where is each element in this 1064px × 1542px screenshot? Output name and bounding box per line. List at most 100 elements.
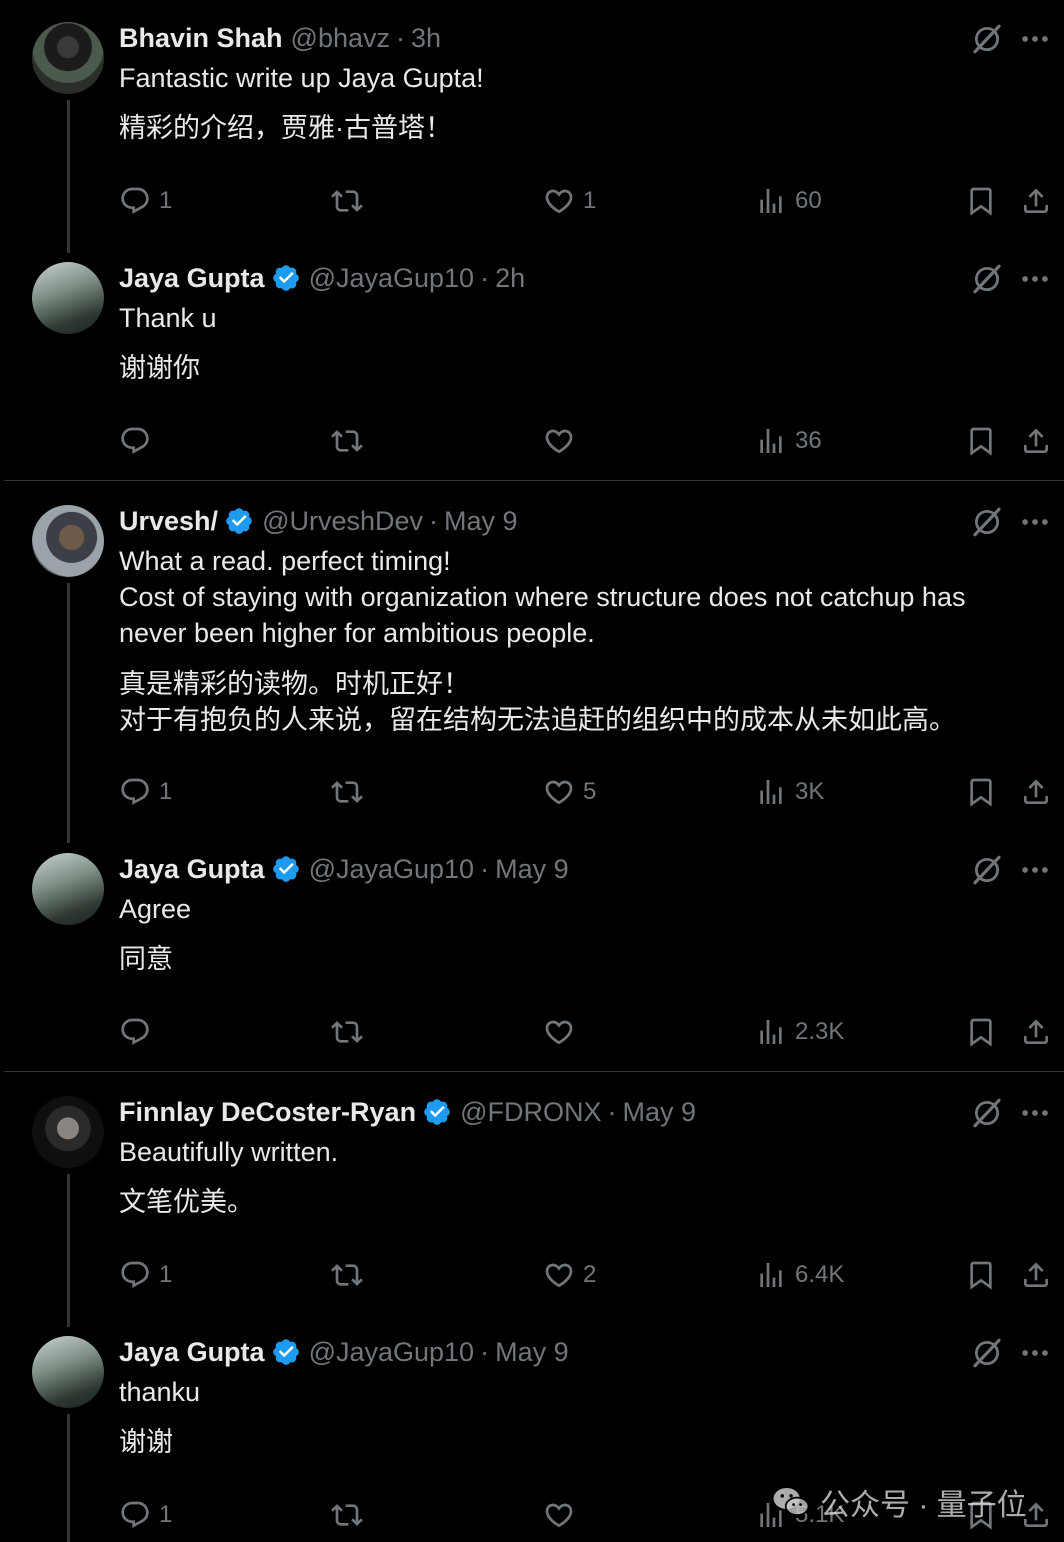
verified-badge-icon (422, 1097, 452, 1127)
share-button[interactable] (1020, 1255, 1052, 1295)
views-button[interactable]: 6.4K (755, 1255, 844, 1295)
like-button[interactable] (543, 421, 575, 461)
author-handle[interactable]: @JayaGup10 (309, 1337, 475, 1368)
separator: · (429, 505, 439, 536)
reply-button[interactable]: 1 (119, 772, 172, 812)
share-button[interactable] (1020, 1012, 1052, 1052)
share-button[interactable] (1020, 181, 1052, 221)
repost-button[interactable] (331, 772, 363, 812)
views-icon (755, 425, 787, 457)
author-handle[interactable]: @bhavz (291, 23, 390, 54)
bookmark-icon (965, 1016, 997, 1048)
tweet[interactable]: Bhavin Shah @bhavz · 3h Fantastic write … (4, 20, 1064, 253)
like-button[interactable] (543, 1012, 575, 1052)
separator: · (607, 1096, 617, 1127)
repost-icon (331, 1016, 363, 1048)
avatar[interactable] (32, 853, 104, 925)
action-bar: 36 (119, 421, 1064, 461)
timestamp[interactable]: May 9 (623, 1097, 697, 1128)
reply-button[interactable]: 1 (119, 1255, 172, 1295)
repost-button[interactable] (331, 1495, 363, 1535)
avatar[interactable] (32, 505, 104, 577)
avatar[interactable] (32, 22, 104, 94)
avatar[interactable] (32, 1336, 104, 1408)
tweet-header: Jaya Gupta @JayaGup10 · May 9 (119, 851, 569, 887)
repost-button[interactable] (331, 1012, 363, 1052)
timestamp[interactable]: 2h (495, 263, 525, 294)
like-button[interactable]: 2 (543, 1255, 596, 1295)
tweet-translation-line: 对于有抱负的人来说，留在结构无法追赶的组织中的成本从未如此高。 (119, 705, 956, 735)
bookmark-button[interactable] (965, 1012, 997, 1052)
repost-button[interactable] (331, 1255, 363, 1295)
repost-button[interactable] (331, 421, 363, 461)
views-button[interactable]: 60 (755, 181, 822, 221)
author-name[interactable]: Finnlay DeCoster-Ryan (119, 1097, 416, 1128)
more-options-icon[interactable] (1018, 1096, 1052, 1130)
author-handle[interactable]: @JayaGup10 (309, 263, 475, 294)
tweet[interactable]: Jaya Gupta @JayaGup10 · 2h Thank u 谢谢你 3… (4, 260, 1064, 480)
separator: · (480, 262, 490, 293)
like-button[interactable] (543, 1495, 575, 1535)
author-name[interactable]: Urvesh/ (119, 506, 218, 537)
reply-button[interactable] (119, 1012, 151, 1052)
timestamp[interactable]: May 9 (444, 506, 518, 537)
heart-icon (543, 185, 575, 217)
views-button[interactable]: 3K (755, 772, 824, 812)
tweet[interactable]: Urvesh/ @UrveshDev · May 9 What a read. … (4, 503, 1064, 843)
repost-icon (331, 425, 363, 457)
tweet[interactable]: Finnlay DeCoster-Ryan @FDRONX · May 9 Be… (4, 1094, 1064, 1327)
watermark-text: 公众号 · 量子位 (820, 1489, 1027, 1522)
author-handle[interactable]: @UrveshDev (262, 506, 423, 537)
bookmark-button[interactable] (965, 181, 997, 221)
grok-icon[interactable] (970, 22, 1004, 56)
author-name[interactable]: Bhavin Shah (119, 23, 283, 54)
more-options-icon[interactable] (1018, 1336, 1052, 1370)
bookmark-button[interactable] (965, 421, 997, 461)
separator: · (480, 1336, 490, 1367)
bookmark-button[interactable] (965, 1255, 997, 1295)
grok-icon[interactable] (970, 505, 1004, 539)
more-options-icon[interactable] (1018, 505, 1052, 539)
author-handle[interactable]: @JayaGup10 (309, 854, 475, 885)
reply-button[interactable]: 1 (119, 181, 172, 221)
separator: · (480, 853, 490, 884)
avatar[interactable] (32, 262, 104, 334)
like-count: 2 (583, 1261, 597, 1288)
heart-icon (543, 425, 575, 457)
grok-icon[interactable] (970, 262, 1004, 296)
more-options-icon[interactable] (1018, 262, 1052, 296)
views-button[interactable]: 36 (755, 421, 822, 461)
author-name[interactable]: Jaya Gupta (119, 854, 265, 885)
repost-icon (331, 1499, 363, 1531)
separator: · (396, 22, 405, 53)
share-button[interactable] (1020, 421, 1052, 461)
share-button[interactable] (1020, 772, 1052, 812)
author-handle[interactable]: @FDRONX (460, 1097, 601, 1128)
more-options-icon[interactable] (1018, 853, 1052, 887)
tweet-translation: 文笔优美。 (119, 1187, 254, 1217)
grok-icon[interactable] (970, 1096, 1004, 1130)
grok-icon[interactable] (970, 1336, 1004, 1370)
repost-button[interactable] (331, 181, 363, 221)
more-options-icon[interactable] (1018, 22, 1052, 56)
timestamp[interactable]: 3h (411, 23, 441, 54)
repost-icon (331, 185, 363, 217)
reply-count: 1 (159, 187, 173, 214)
tweet[interactable]: Jaya Gupta @JayaGup10 · May 9 Agree 同意 2… (4, 851, 1064, 1071)
author-name[interactable]: Jaya Gupta (119, 1337, 265, 1368)
avatar[interactable] (32, 1096, 104, 1168)
reply-button[interactable]: 1 (119, 1495, 172, 1535)
reply-icon (119, 776, 151, 808)
reply-button[interactable] (119, 421, 151, 461)
like-button[interactable]: 5 (543, 772, 596, 812)
grok-icon[interactable] (970, 853, 1004, 887)
share-icon (1020, 1016, 1052, 1048)
bookmark-button[interactable] (965, 772, 997, 812)
wechat-icon (773, 1488, 810, 1516)
like-button[interactable]: 1 (543, 181, 596, 221)
reply-count: 1 (159, 1501, 173, 1528)
timestamp[interactable]: May 9 (495, 1337, 569, 1368)
views-button[interactable]: 2.3K (755, 1012, 844, 1052)
author-name[interactable]: Jaya Gupta (119, 263, 265, 294)
timestamp[interactable]: May 9 (495, 854, 569, 885)
